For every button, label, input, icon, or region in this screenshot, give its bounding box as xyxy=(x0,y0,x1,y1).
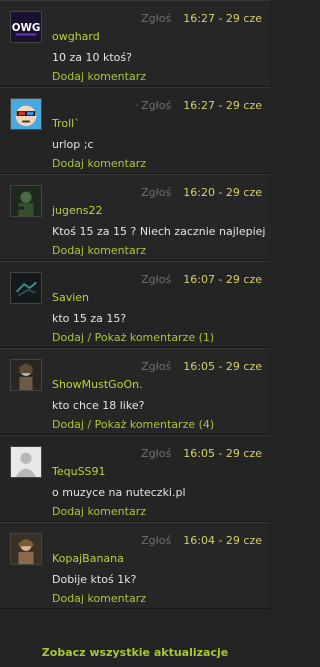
timestamp: 16:05 - 29 cze xyxy=(183,360,262,373)
username[interactable]: TequSS91 xyxy=(52,465,106,479)
post-meta: Zgłoś 16:04 - 29 cze xyxy=(141,534,262,548)
post-meta: Zgłoś 16:27 - 29 cze xyxy=(141,12,262,26)
feed-item: Zgłoś 16:07 - 29 cze Savien kto 15 za 15?… xyxy=(0,261,270,348)
feed-item: Zgłoś 16:04 - 29 cze KopajBanana Dobije k… xyxy=(0,522,270,609)
feed-item: Zgłoś 16:20 - 29 cze jugens22 Ktoś 15 za … xyxy=(0,174,270,261)
add-show-comments-link[interactable]: Dodaj / Pokaż komentarze (1) xyxy=(52,331,214,344)
username[interactable]: jugens22 xyxy=(52,204,102,218)
avatar[interactable]: OWG xyxy=(10,11,42,43)
report-link[interactable]: Zgłoś xyxy=(141,273,171,286)
avatar[interactable] xyxy=(10,272,42,304)
troll-face-icon xyxy=(11,99,41,129)
post-meta: · Zgłoś 16:27 - 29 cze xyxy=(136,99,262,113)
comment-action: Dodaj komentarz xyxy=(52,592,146,606)
add-comment-link[interactable]: Dodaj komentarz xyxy=(52,157,146,170)
post-text: o muzyce na nuteczki.pl xyxy=(52,486,186,499)
comment-action: Dodaj / Pokaż komentarze (4) xyxy=(52,418,214,432)
avatar[interactable] xyxy=(10,359,42,391)
add-comment-link[interactable]: Dodaj komentarz xyxy=(52,592,146,605)
post-meta: Zgłoś 16:05 - 29 cze xyxy=(141,360,262,374)
post-text: kto chce 18 like? xyxy=(52,399,145,412)
avatar[interactable] xyxy=(10,533,42,565)
character-avatar-icon xyxy=(11,534,41,564)
avatar[interactable] xyxy=(10,185,42,217)
add-show-comments-link[interactable]: Dodaj / Pokaż komentarze (4) xyxy=(52,418,214,431)
post-text: 10 za 10 ktoś? xyxy=(52,51,132,64)
report-link[interactable]: Zgłoś xyxy=(141,186,171,199)
add-comment-link[interactable]: Dodaj komentarz xyxy=(52,244,146,257)
see-all-updates-link[interactable]: Zobacz wszystkie aktualizacje xyxy=(0,643,270,663)
feed-item: Zgłoś 16:05 - 29 cze ShowMustGoOn. kto ch… xyxy=(0,348,270,435)
report-link[interactable]: Zgłoś xyxy=(141,447,171,460)
add-comment-link[interactable]: Dodaj komentarz xyxy=(52,505,146,518)
dark-abstract-avatar-icon xyxy=(11,273,41,303)
report-link[interactable]: Zgłoś xyxy=(141,534,171,547)
soldier-avatar-icon xyxy=(11,186,41,216)
svg-text:OWG: OWG xyxy=(12,22,41,34)
comment-action: Dodaj komentarz xyxy=(52,157,146,171)
report-link[interactable]: Zgłoś xyxy=(141,12,171,25)
owg-logo-icon: OWG xyxy=(11,12,41,42)
post-meta: Zgłoś 16:07 - 29 cze xyxy=(141,273,262,287)
activity-feed: OWG Zgłoś 16:27 - 29 cze owghard 10 za 10… xyxy=(0,0,270,667)
timestamp: 16:05 - 29 cze xyxy=(183,447,262,460)
timestamp: 16:07 - 29 cze xyxy=(183,273,262,286)
character-avatar-icon xyxy=(11,360,41,390)
comment-action: Dodaj komentarz xyxy=(52,505,146,519)
separator-dot: · xyxy=(135,99,140,112)
username[interactable]: owghard xyxy=(52,30,100,44)
avatar[interactable] xyxy=(10,446,42,478)
default-user-icon xyxy=(11,447,41,477)
post-text: kto 15 za 15? xyxy=(52,312,127,325)
username[interactable]: Savien xyxy=(52,291,89,305)
report-link[interactable]: Zgłoś xyxy=(141,360,171,373)
post-text: urlop ;c xyxy=(52,138,94,151)
report-link[interactable]: Zgłoś xyxy=(141,99,171,112)
add-comment-link[interactable]: Dodaj komentarz xyxy=(52,70,146,83)
post-text: Ktoś 15 za 15 ? Niech zacznie najlepiej xyxy=(52,225,266,238)
feed-item: · Zgłoś 16:27 - 29 cze Troll` urlop ;c Dod… xyxy=(0,87,270,174)
post-meta: Zgłoś 16:20 - 29 cze xyxy=(141,186,262,200)
timestamp: 16:04 - 29 cze xyxy=(183,534,262,547)
feed-item: Zgłoś 16:05 - 29 cze TequSS91 o muzyce na… xyxy=(0,435,270,522)
username[interactable]: Troll` xyxy=(52,117,80,131)
username[interactable]: ShowMustGoOn. xyxy=(52,378,143,392)
timestamp: 16:20 - 29 cze xyxy=(183,186,262,199)
comment-action: Dodaj komentarz xyxy=(52,70,146,84)
avatar[interactable] xyxy=(10,98,42,130)
post-text: Dobije ktoś 1k? xyxy=(52,573,137,586)
comment-action: Dodaj / Pokaż komentarze (1) xyxy=(52,331,214,345)
post-meta: Zgłoś 16:05 - 29 cze xyxy=(141,447,262,461)
timestamp: 16:27 - 29 cze xyxy=(183,12,262,25)
comment-action: Dodaj komentarz xyxy=(52,244,146,258)
timestamp: 16:27 - 29 cze xyxy=(183,99,262,112)
username[interactable]: KopajBanana xyxy=(52,552,124,566)
feed-item: OWG Zgłoś 16:27 - 29 cze owghard 10 za 10… xyxy=(0,0,270,87)
